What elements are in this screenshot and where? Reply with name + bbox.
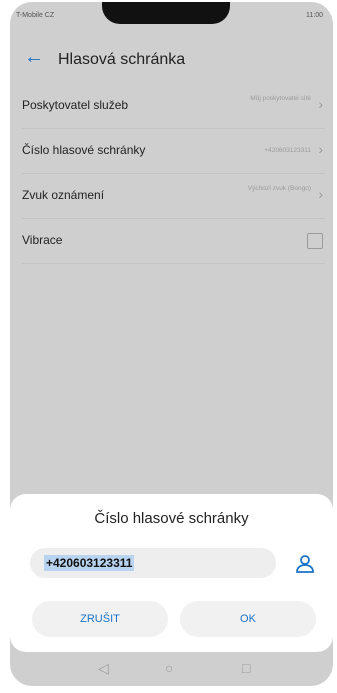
setting-row-voicemail-number[interactable]: Číslo hlasové schránky +420603123311 › — [22, 129, 325, 174]
vibration-checkbox[interactable] — [307, 233, 323, 249]
setting-value: Můj poskytovatel sítě — [250, 95, 311, 102]
nav-home-icon[interactable]: ○ — [165, 660, 173, 676]
settings-list: Poskytovatel služeb Můj poskytovatel sít… — [22, 84, 325, 264]
dialog-title: Číslo hlasové schránky — [94, 510, 249, 527]
page-title: Hlasová schránka — [58, 51, 186, 68]
status-time: 11:00 — [306, 12, 323, 19]
nav-back-icon[interactable]: ◁ — [98, 660, 109, 677]
system-nav-bar: ◁ ○ □ — [10, 652, 333, 686]
setting-row-notification-sound[interactable]: Zvuk oznámení Výchozí zvuk (Bongo) › — [22, 174, 325, 219]
setting-row-vibration[interactable]: Vibrace — [22, 219, 325, 264]
setting-label: Číslo hlasové schránky — [22, 143, 146, 157]
contact-icon[interactable] — [293, 552, 317, 576]
ok-button[interactable]: OK — [180, 601, 316, 637]
chevron-right-icon: › — [318, 96, 323, 112]
back-arrow-icon[interactable]: ← — [24, 46, 44, 69]
chevron-right-icon: › — [318, 186, 323, 202]
setting-value: Výchozí zvuk (Bongo) — [247, 185, 311, 192]
setting-value: +420603123311 — [264, 147, 311, 154]
input-value: +420603123311 — [44, 555, 135, 571]
setting-label: Zvuk oznámení — [22, 188, 105, 202]
carrier-label: T-Mobile CZ — [16, 12, 55, 19]
chevron-right-icon: › — [318, 141, 323, 157]
setting-label: Vibrace — [22, 233, 63, 247]
cancel-button[interactable]: ZRUŠIT — [32, 601, 168, 637]
nav-recent-icon[interactable]: □ — [242, 660, 250, 676]
setting-row-provider[interactable]: Poskytovatel služeb Můj poskytovatel sít… — [22, 84, 325, 129]
voicemail-number-input[interactable]: +420603123311 — [30, 548, 276, 578]
phone-screen: T-Mobile CZ 11:00 ← Hlasová schránka Pos… — [10, 2, 333, 686]
app-header: ← Hlasová schránka — [10, 38, 333, 82]
setting-label: Poskytovatel služeb — [22, 98, 129, 112]
voicemail-number-dialog: Číslo hlasové schránky +420603123311 ZRU… — [10, 494, 333, 652]
camera-notch — [102, 2, 230, 24]
